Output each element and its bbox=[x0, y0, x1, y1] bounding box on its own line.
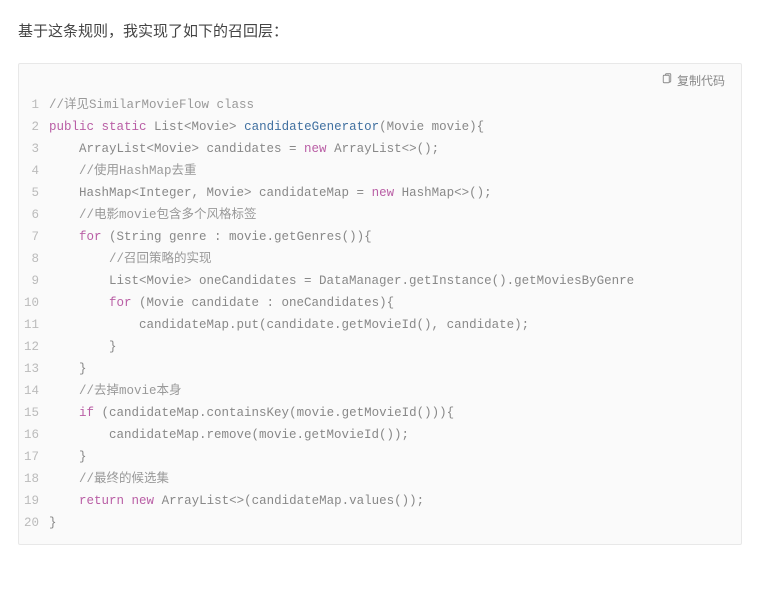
code-line: 14 //去掉movie本身 bbox=[19, 380, 741, 402]
code-line: 12 } bbox=[19, 336, 741, 358]
code-line: 3 ArrayList<Movie> candidates = new Arra… bbox=[19, 138, 741, 160]
line-number: 11 bbox=[19, 314, 49, 336]
code-line: 5 HashMap<Integer, Movie> candidateMap =… bbox=[19, 182, 741, 204]
copy-code-button[interactable]: 复制代码 bbox=[661, 72, 725, 89]
code-line: 1//详见SimilarMovieFlow class bbox=[19, 94, 741, 116]
copy-icon bbox=[661, 73, 673, 88]
line-number: 5 bbox=[19, 182, 49, 204]
line-code: //最终的候选集 bbox=[49, 468, 741, 490]
code-line: 2public static List<Movie> candidateGene… bbox=[19, 116, 741, 138]
line-number: 6 bbox=[19, 204, 49, 226]
line-number: 7 bbox=[19, 226, 49, 248]
intro-text: 基于这条规则，我实现了如下的召回层： bbox=[18, 20, 742, 41]
line-code: //召回策略的实现 bbox=[49, 248, 741, 270]
line-code: candidateMap.remove(movie.getMovieId()); bbox=[49, 424, 741, 446]
line-code: //详见SimilarMovieFlow class bbox=[49, 94, 741, 116]
line-number: 3 bbox=[19, 138, 49, 160]
line-code: } bbox=[49, 336, 741, 358]
line-code: for (Movie candidate : oneCandidates){ bbox=[49, 292, 741, 314]
code-line: 16 candidateMap.remove(movie.getMovieId(… bbox=[19, 424, 741, 446]
line-code: return new ArrayList<>(candidateMap.valu… bbox=[49, 490, 741, 512]
line-number: 17 bbox=[19, 446, 49, 468]
line-code: } bbox=[49, 446, 741, 468]
code-line: 10 for (Movie candidate : oneCandidates)… bbox=[19, 292, 741, 314]
line-number: 13 bbox=[19, 358, 49, 380]
copy-code-label: 复制代码 bbox=[677, 72, 725, 89]
code-line: 19 return new ArrayList<>(candidateMap.v… bbox=[19, 490, 741, 512]
line-number: 9 bbox=[19, 270, 49, 292]
line-code: //去掉movie本身 bbox=[49, 380, 741, 402]
code-block: 复制代码 1//详见SimilarMovieFlow class2public … bbox=[18, 63, 742, 545]
code-line: 7 for (String genre : movie.getGenres())… bbox=[19, 226, 741, 248]
line-number: 8 bbox=[19, 248, 49, 270]
code-line: 17 } bbox=[19, 446, 741, 468]
code-line: 11 candidateMap.put(candidate.getMovieId… bbox=[19, 314, 741, 336]
code-line: 13 } bbox=[19, 358, 741, 380]
line-code: } bbox=[49, 512, 741, 534]
line-code: if (candidateMap.containsKey(movie.getMo… bbox=[49, 402, 741, 424]
line-code: } bbox=[49, 358, 741, 380]
code-line: 4 //使用HashMap去重 bbox=[19, 160, 741, 182]
code-line: 6 //电影movie包含多个风格标签 bbox=[19, 204, 741, 226]
line-code: for (String genre : movie.getGenres()){ bbox=[49, 226, 741, 248]
line-number: 2 bbox=[19, 116, 49, 138]
code-line: 15 if (candidateMap.containsKey(movie.ge… bbox=[19, 402, 741, 424]
code-lines: 1//详见SimilarMovieFlow class2public stati… bbox=[19, 94, 741, 534]
line-number: 20 bbox=[19, 512, 49, 534]
line-code: HashMap<Integer, Movie> candidateMap = n… bbox=[49, 182, 741, 204]
line-number: 16 bbox=[19, 424, 49, 446]
code-line: 20} bbox=[19, 512, 741, 534]
line-code: //电影movie包含多个风格标签 bbox=[49, 204, 741, 226]
line-number: 12 bbox=[19, 336, 49, 358]
code-line: 18 //最终的候选集 bbox=[19, 468, 741, 490]
line-number: 1 bbox=[19, 94, 49, 116]
line-code: candidateMap.put(candidate.getMovieId(),… bbox=[49, 314, 741, 336]
line-code: public static List<Movie> candidateGener… bbox=[49, 116, 741, 138]
line-number: 19 bbox=[19, 490, 49, 512]
line-number: 15 bbox=[19, 402, 49, 424]
line-code: List<Movie> oneCandidates = DataManager.… bbox=[49, 270, 741, 292]
line-number: 4 bbox=[19, 160, 49, 182]
line-number: 18 bbox=[19, 468, 49, 490]
line-number: 10 bbox=[19, 292, 49, 314]
line-number: 14 bbox=[19, 380, 49, 402]
code-line: 8 //召回策略的实现 bbox=[19, 248, 741, 270]
line-code: ArrayList<Movie> candidates = new ArrayL… bbox=[49, 138, 741, 160]
code-line: 9 List<Movie> oneCandidates = DataManage… bbox=[19, 270, 741, 292]
line-code: //使用HashMap去重 bbox=[49, 160, 741, 182]
